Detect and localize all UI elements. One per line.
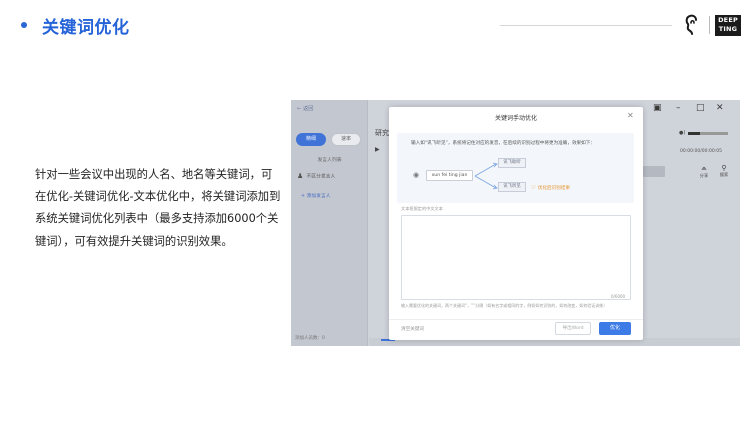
share-icon: ⩕ <box>701 164 707 172</box>
close-window-icon[interactable]: ✕ <box>716 103 724 113</box>
description-text: 针对一些会议中出现的人名、地名等关键词，可在优化-关键词优化-文本优化中，将关键… <box>35 168 281 248</box>
add-speaker-button[interactable]: + 添加发言人 <box>301 192 331 199</box>
candidate-after: 讯飞听见 <box>498 182 526 192</box>
maximize-icon[interactable]: □ <box>696 103 705 113</box>
close-icon[interactable]: ✕ <box>627 111 634 120</box>
export-word-button[interactable]: 导出Word <box>555 322 591 335</box>
keyword-modal: 关键词手动优化 ✕ 输入如“讯飞听见”，系统将记住对应的发音，在后续的识别过程中… <box>389 107 643 340</box>
thumbs-up-icon: ☞ <box>531 184 537 191</box>
slide-header: 关键词优化 DEEP TING <box>0 0 756 52</box>
search-tool[interactable]: ⚲ 搜索 <box>717 164 731 178</box>
back-link[interactable]: 返回 <box>297 105 313 112</box>
slide-title: 关键词优化 <box>42 18 130 38</box>
pinyin-box: xun fei ting jian <box>426 170 473 181</box>
share-tool[interactable]: ⩕ 分享 <box>697 164 711 179</box>
example-panel: 输入如“讯飞听见”，系统将记住对应的发音，在后续的识别过程中将更为准确，效果如下… <box>397 133 634 203</box>
char-count: 0/6000 <box>611 294 626 299</box>
logo-separator <box>709 16 710 34</box>
toolbar-block <box>643 166 665 177</box>
title-bullet <box>21 22 27 28</box>
speaker-row[interactable]: ♟ 不区分发言人 <box>297 172 335 180</box>
doc-title: 研究 <box>375 129 389 137</box>
play-icon[interactable]: ▶ <box>375 146 380 153</box>
volume-slider[interactable] <box>688 132 728 135</box>
modal-title: 关键词手动优化 <box>494 115 537 122</box>
header-rule <box>500 25 672 26</box>
tab-speed[interactable]: 速率 <box>331 133 361 146</box>
sidebar-footer: 添加人员数：0 <box>295 336 325 341</box>
voice-icon: ◉ <box>413 171 420 179</box>
tab-fine[interactable]: 精细 <box>296 133 326 146</box>
keyword-input[interactable] <box>401 215 631 300</box>
add-speaker-label: 添加发言人 <box>306 194 331 199</box>
branch-arrows-icon <box>474 162 498 190</box>
deepting-logo: DEEP TING <box>715 15 741 36</box>
speaker-icon: ♟ <box>297 172 304 180</box>
result-label: ☞ 优化后识别结果 <box>531 184 571 191</box>
example-hint: 输入如“讯飞听见”，系统将记住对应的发音，在后续的识别过程中将更为准确，效果如下… <box>411 141 595 146</box>
optimize-button[interactable]: 优化 <box>599 322 631 335</box>
volume-icon[interactable]: ●) <box>679 130 685 136</box>
speaker-row-label: 不区分发言人 <box>306 174 336 180</box>
search-icon: ⚲ <box>721 164 727 172</box>
speaker-list-label: 发言人列表 <box>317 158 342 163</box>
candidate-before: 讯飞助听 <box>498 158 526 168</box>
minimize-icon[interactable]: – <box>676 103 681 113</box>
help-text: 输入需要优化的关键词，两个关键词“，”“分隔（如有名字或相同的字，例如如何识别的… <box>401 303 608 308</box>
app-screenshot: 返回 精细 速率 发言人列表 ♟ 不区分发言人 + 添加发言人 添加人员数：0 … <box>291 100 740 346</box>
app-sidebar: 返回 精细 速率 发言人列表 ♟ 不区分发言人 + 添加发言人 添加人员数：0 <box>291 100 368 346</box>
clear-keywords-button[interactable]: 清空关键词 <box>401 326 424 332</box>
ear-logo-icon <box>685 14 697 35</box>
textarea-label: 文本框限定的中文文本 <box>401 206 443 211</box>
modal-footer-divider <box>389 319 643 320</box>
time-readout: 00:00:00/00:00:05 <box>680 149 722 154</box>
monitor-icon[interactable]: ▣ <box>653 103 662 113</box>
